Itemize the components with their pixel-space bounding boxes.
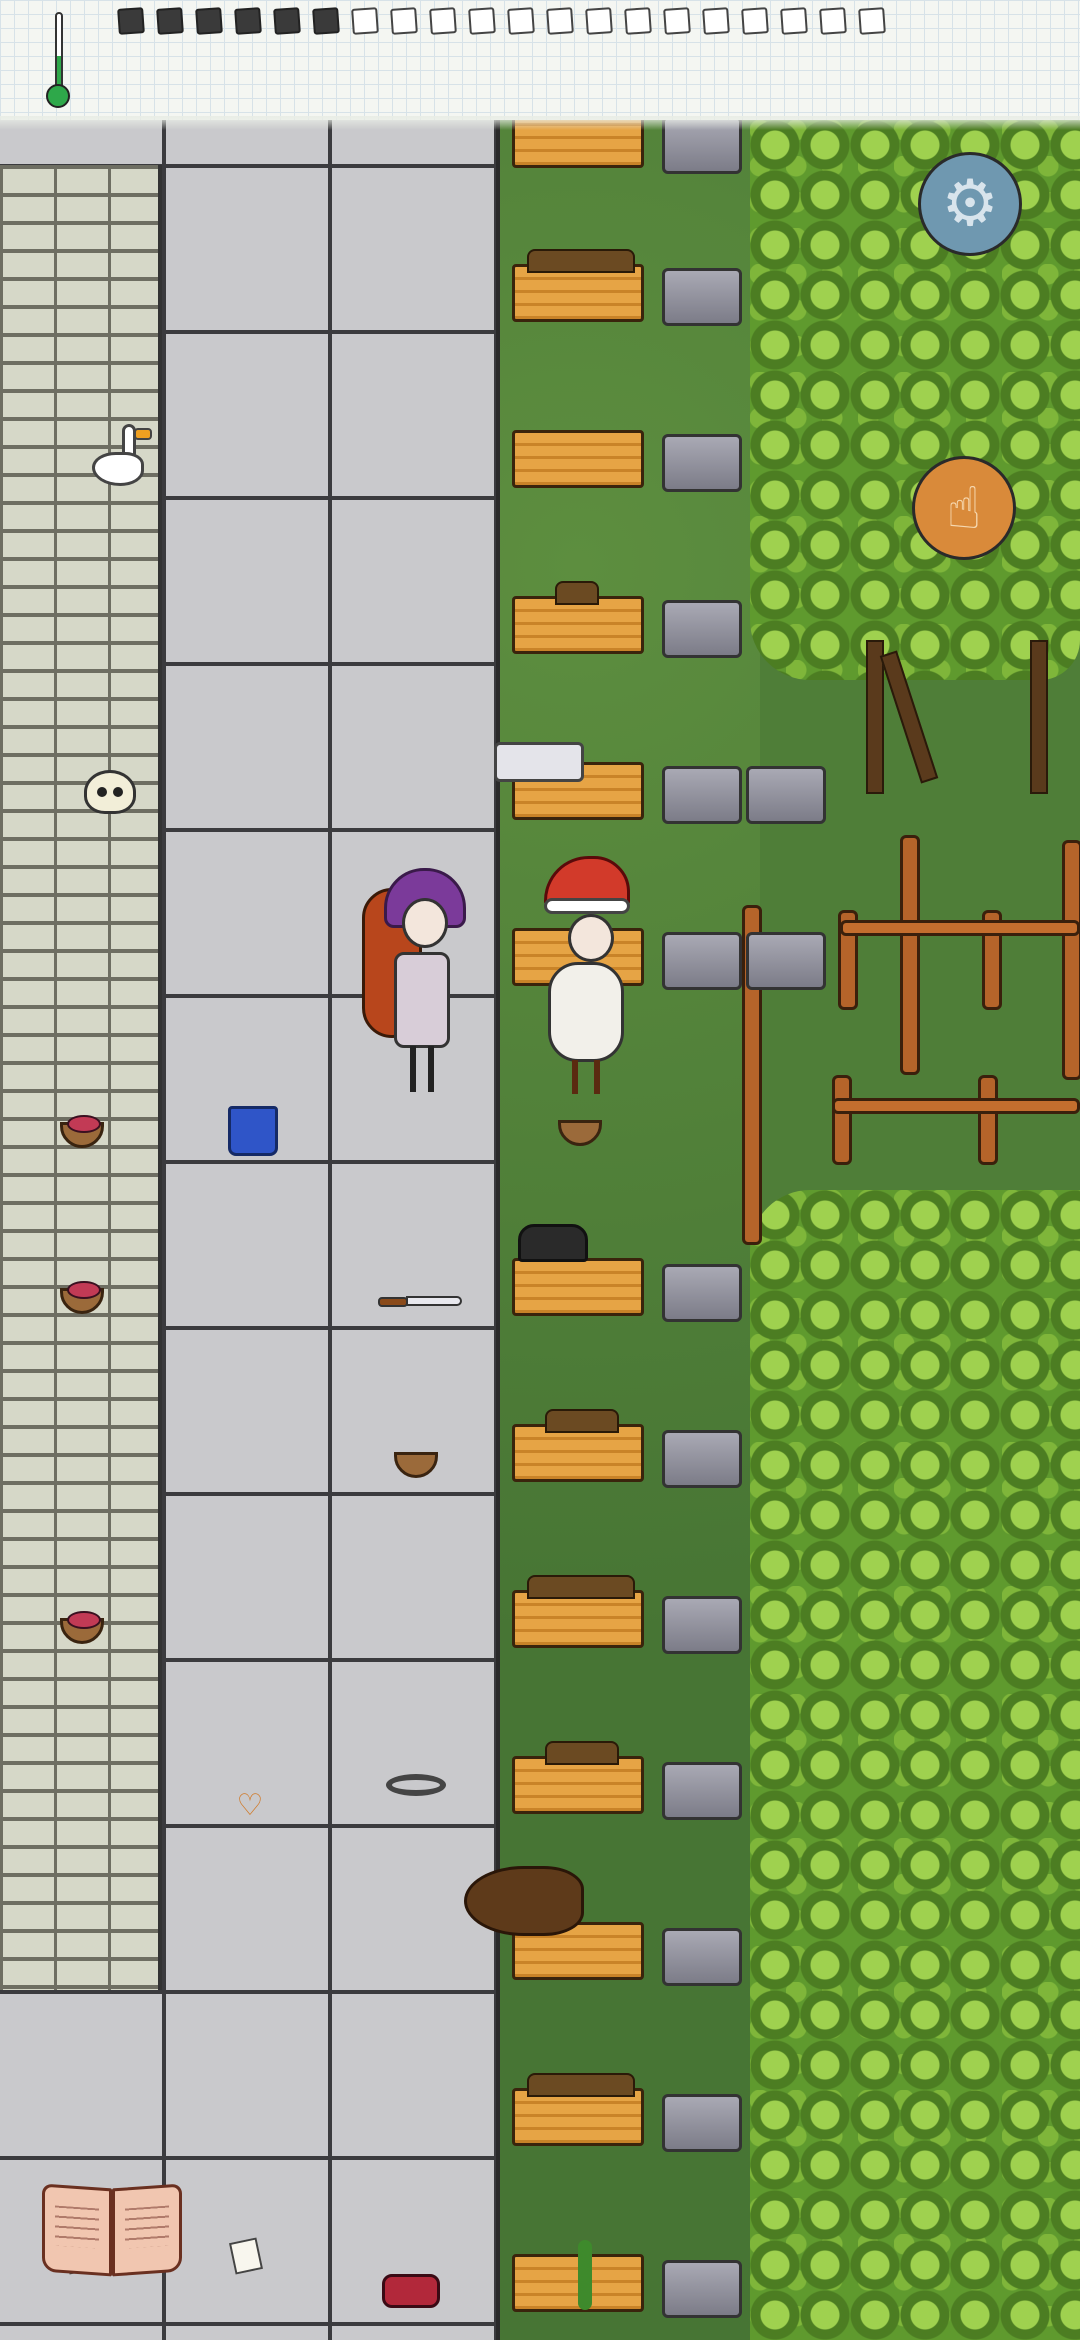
crate-loaf[interactable]	[512, 1741, 644, 1814]
use-button[interactable]: ☝	[912, 456, 1016, 560]
food-pip-filled	[117, 7, 145, 35]
npc-character[interactable]	[524, 856, 644, 1106]
food-pip-empty	[429, 7, 457, 35]
stone-block[interactable]	[662, 1430, 742, 1488]
stone-block[interactable]	[746, 766, 826, 824]
tree-canopy-top	[750, 120, 1080, 680]
food-pip-filled	[195, 7, 223, 35]
fence-rail	[832, 1098, 1080, 1114]
crate-loaf[interactable]	[512, 1409, 644, 1482]
food-pip-empty	[390, 7, 418, 35]
black-hat[interactable]	[518, 1224, 588, 1262]
fence-post	[832, 1075, 852, 1165]
red-rope[interactable]	[382, 2274, 440, 2308]
food-pip-empty	[819, 7, 847, 35]
crate-loaf[interactable]	[512, 2073, 644, 2146]
hedge-bottom	[750, 1190, 1080, 2340]
settings-button[interactable]: ⚙	[918, 152, 1022, 256]
stone-block[interactable]	[662, 600, 742, 658]
food-pip-empty	[351, 7, 379, 35]
food-pip-filled	[273, 7, 301, 35]
stone-block[interactable]	[662, 766, 742, 824]
crate-loaf[interactable]	[512, 1575, 644, 1648]
pointing-hand-icon: ☝	[946, 474, 982, 542]
food-pip-filled	[156, 7, 184, 35]
crate[interactable]	[512, 1258, 644, 1316]
crate-loaf[interactable]	[512, 581, 644, 654]
fence-rail	[840, 920, 1080, 936]
food-pip-empty	[780, 7, 808, 35]
status-bar	[0, 0, 1080, 130]
recipe-book-button[interactable]	[42, 2183, 186, 2282]
fence-post	[900, 835, 920, 1075]
stone-block[interactable]	[662, 932, 742, 990]
book-page	[112, 2183, 182, 2277]
food-pip-empty	[624, 7, 652, 35]
fence-post	[1062, 840, 1080, 1080]
food-pip-empty	[507, 7, 535, 35]
crate[interactable]	[512, 430, 644, 488]
stone-block[interactable]	[662, 1596, 742, 1654]
stone-block[interactable]	[662, 2094, 742, 2152]
thermometer-icon	[46, 12, 72, 108]
food-pip-filled	[234, 7, 262, 35]
food-pip-empty	[741, 7, 769, 35]
stone-block[interactable]	[662, 434, 742, 492]
knife[interactable]	[378, 1296, 462, 1308]
food-pip-empty	[468, 7, 496, 35]
stone-block[interactable]	[662, 2260, 742, 2318]
bear-skin[interactable]	[464, 1866, 584, 1936]
food-pip-filled	[312, 7, 340, 35]
player-character[interactable]	[358, 868, 468, 1108]
food-pip-empty	[702, 7, 730, 35]
heart-pendant[interactable]: ♡	[236, 1791, 264, 1821]
goose[interactable]	[92, 424, 152, 494]
food-pip-empty	[585, 7, 613, 35]
plant[interactable]	[560, 2240, 610, 2310]
food-pip-empty	[663, 7, 691, 35]
stone-block[interactable]	[662, 268, 742, 326]
food-meter	[117, 7, 886, 40]
bucket[interactable]	[494, 742, 584, 782]
fence-post	[978, 1075, 998, 1165]
crate-loaf[interactable]	[512, 249, 644, 322]
stone-block[interactable]	[662, 1264, 742, 1322]
food-pip-empty	[858, 7, 886, 35]
tree-trunk	[1030, 640, 1048, 794]
stone-block[interactable]	[746, 932, 826, 990]
gear-icon: ⚙	[941, 167, 999, 241]
blue-pants[interactable]	[228, 1106, 278, 1156]
skull[interactable]	[84, 770, 136, 814]
open-book-icon	[42, 2183, 112, 2277]
food-pip-empty	[546, 7, 574, 35]
stone-block[interactable]	[662, 1928, 742, 1986]
rope[interactable]	[386, 1774, 446, 1796]
stone-block[interactable]	[662, 1762, 742, 1820]
